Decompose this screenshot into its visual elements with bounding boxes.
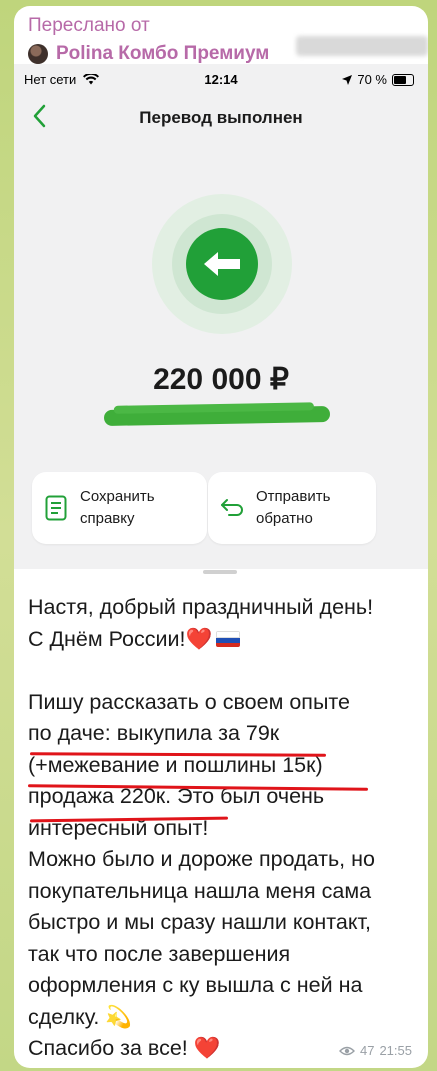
message-line: покупательница нашла меня сама <box>28 878 372 903</box>
send-back-label-line2: обратно <box>256 510 313 527</box>
battery-icon <box>392 73 414 86</box>
send-back-label-line1: Отправить <box>256 488 331 505</box>
message-time: 21:55 <box>379 1043 412 1058</box>
message-line: сделку. 💫 <box>28 1004 133 1029</box>
battery-percent: 70 % <box>357 72 387 87</box>
sheet-handle[interactable] <box>203 570 237 574</box>
redacted-name-blur <box>296 36 428 56</box>
save-receipt-label-line2: справку <box>80 510 135 527</box>
avatar[interactable] <box>28 44 48 64</box>
send-back-button[interactable]: Отправить обратно <box>208 472 376 544</box>
eye-icon <box>338 1046 355 1055</box>
transfer-amount: 220 000 ₽ <box>153 363 289 396</box>
message-line: быстро и мы сразу нашли контакт, <box>28 910 371 934</box>
message-line: по даче: выкупила за 79к <box>28 721 280 745</box>
document-icon <box>32 495 80 521</box>
nav-bar: Перевод выполнен <box>14 98 428 138</box>
message-bubble[interactable]: Переслано от Polina Комбо Премиум Нет се… <box>14 6 428 1068</box>
save-receipt-label: Сохранить справку <box>80 486 155 530</box>
message-line: С Днём России!❤️ <box>28 626 213 651</box>
message-line: Можно было и дороже продать, но <box>28 847 375 871</box>
message-line-greeting: С Днём России!❤️ <box>28 624 420 656</box>
message-line: Настя, добрый праздничный день! <box>28 595 374 619</box>
forwarded-screenshot[interactable]: Нет сети 12:14 70 % Перевод выполнен 220… <box>14 64 428 574</box>
save-receipt-label-line1: Сохранить <box>80 488 155 505</box>
transfer-arrow-icon <box>186 228 258 300</box>
status-bar: Нет сети 12:14 70 % <box>14 64 428 94</box>
battery-indicator: 70 % <box>342 72 414 87</box>
message-line: оформления с ку вышла с ней на <box>28 973 363 997</box>
save-receipt-button[interactable]: Сохранить справку <box>32 472 207 544</box>
recipient-redaction <box>103 406 331 426</box>
russia-flag-icon <box>216 630 241 647</box>
send-back-label: Отправить обратно <box>256 486 330 530</box>
forward-label: Переслано от <box>28 15 150 36</box>
message-line: так что после завершения <box>28 941 291 966</box>
message-meta: 47 21:55 <box>338 1043 412 1058</box>
return-arrow-icon <box>208 497 256 519</box>
message-text: Настя, добрый праздничный день! С Днём Р… <box>28 592 420 1065</box>
view-count: 47 <box>359 1043 375 1058</box>
message-line: Пишу рассказать о своем опыте <box>28 689 350 714</box>
page-title: Перевод выполнен <box>139 108 303 127</box>
location-arrow-icon <box>342 74 353 85</box>
forward-author-name[interactable]: Polina Комбо Премиум <box>56 43 269 65</box>
